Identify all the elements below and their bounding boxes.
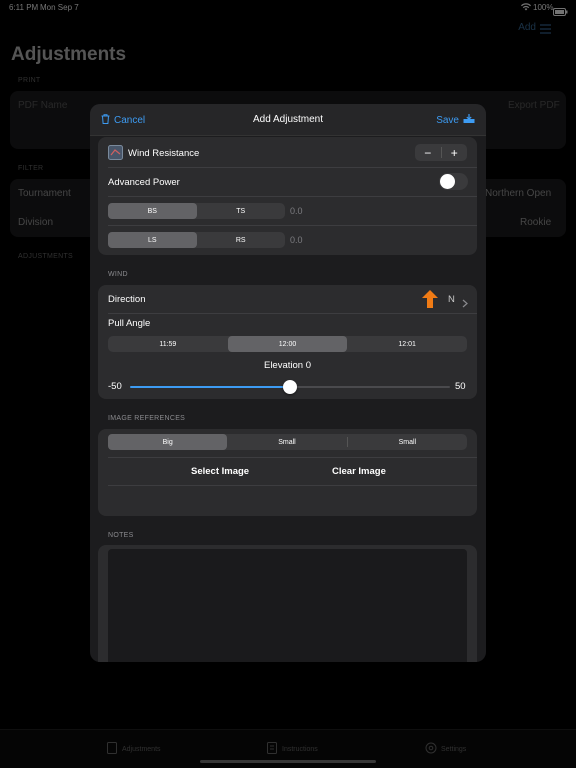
add-button[interactable]: Add [518, 22, 536, 33]
wind-resistance-label: Wind Resistance [128, 148, 200, 159]
tab-adjustments[interactable]: Adjustments [106, 742, 161, 756]
slider-max-label: 50 [455, 381, 466, 392]
elevation-slider-fill [130, 386, 290, 388]
image-references-group: Big Small Small Select Image Clear Image [98, 429, 477, 516]
segment-12-01[interactable]: 12:01 [347, 336, 467, 352]
modal-title: Add Adjustment [252, 114, 324, 125]
segment-11-59[interactable]: 11:59 [108, 336, 228, 352]
filter-section-header: FILTER [18, 165, 44, 172]
stepper-increment-button[interactable]: + [442, 144, 468, 161]
segment-small-2[interactable]: Small [348, 434, 467, 450]
print-section-header: PRINT [18, 77, 41, 84]
tournament-label: Tournament [18, 188, 71, 199]
add-adjustment-modal: Cancel Add Adjustment Save Wind Resistan… [90, 104, 486, 662]
pull-angle-label: Pull Angle [108, 318, 151, 329]
ls-rs-segmented-control[interactable]: LS RS [108, 232, 285, 248]
wifi-icon [521, 3, 531, 13]
segment-ls[interactable]: LS [108, 232, 197, 248]
segment-big[interactable]: Big [108, 434, 228, 450]
modal-header: Cancel Add Adjustment Save [90, 104, 486, 136]
gear-icon [425, 742, 437, 756]
wind-section-header: WIND [108, 271, 128, 278]
notes-group [98, 545, 477, 662]
image-references-section-header: IMAGE REFERENCES [108, 415, 186, 422]
division-label: Division [18, 217, 54, 228]
stepper-decrement-button[interactable]: − [415, 144, 441, 161]
tab-instructions[interactable]: Instructions [266, 742, 318, 756]
save-button[interactable]: Save [436, 114, 475, 127]
tournament-value[interactable]: Northern Open [485, 188, 551, 199]
bs-ts-value: 0.0 [290, 206, 303, 216]
slider-min-label: -50 [108, 381, 122, 392]
battery-percent: 100% [533, 3, 554, 12]
chevron-right-icon[interactable] [462, 295, 468, 313]
home-indicator [200, 760, 376, 763]
battery-icon [553, 3, 568, 21]
advanced-power-label: Advanced Power [108, 177, 180, 188]
tab-settings[interactable]: Settings [425, 742, 466, 756]
segment-12-00[interactable]: 12:00 [227, 336, 348, 352]
tray-download-icon [463, 114, 475, 127]
pull-angle-segmented-control[interactable]: 11:59 12:00 12:01 [108, 336, 467, 352]
list-icon [266, 742, 278, 756]
status-time: 6:11 PM [9, 3, 39, 12]
ls-rs-value: 0.0 [290, 235, 303, 245]
wind-resistance-group: Wind Resistance − + Advanced Power BS TS… [98, 137, 477, 255]
direction-label: Direction [108, 294, 146, 305]
advanced-power-toggle[interactable] [439, 173, 468, 190]
division-value[interactable]: Rookie [520, 217, 551, 228]
segment-rs[interactable]: RS [197, 232, 286, 248]
adjustments-section-header: ADJUSTMENTS [18, 253, 74, 260]
notes-section-header: NOTES [108, 532, 134, 539]
pdf-name-field[interactable]: PDF Name [18, 100, 67, 111]
wind-resistance-stepper[interactable]: − + [415, 144, 467, 161]
direction-value[interactable]: N [448, 294, 455, 305]
image-size-segmented-control[interactable]: Big Small Small [108, 434, 467, 450]
filter-icon[interactable] [540, 21, 551, 34]
document-icon [106, 742, 118, 756]
elevation-slider-track[interactable] [290, 386, 450, 388]
export-pdf-button[interactable]: Export PDF [508, 100, 560, 111]
bs-ts-segmented-control[interactable]: BS TS [108, 203, 285, 219]
elevation-label: Elevation 0 [263, 360, 311, 371]
segment-ts[interactable]: TS [197, 203, 286, 219]
notes-textarea[interactable] [108, 549, 467, 662]
wind-resistance-thumbnail-icon [108, 145, 123, 165]
clear-image-button[interactable]: Clear Image [332, 466, 386, 477]
page-title: Adjustments [11, 44, 127, 65]
wind-group: Direction N Pull Angle 11:59 12:00 12:01… [98, 285, 477, 399]
status-date: Mon Sep 7 [40, 3, 79, 12]
wind-arrow-up-icon [422, 290, 438, 313]
segment-bs[interactable]: BS [108, 203, 197, 219]
select-image-button[interactable]: Select Image [191, 466, 249, 477]
segment-small-1[interactable]: Small [227, 434, 346, 450]
elevation-slider-thumb[interactable] [283, 380, 297, 394]
